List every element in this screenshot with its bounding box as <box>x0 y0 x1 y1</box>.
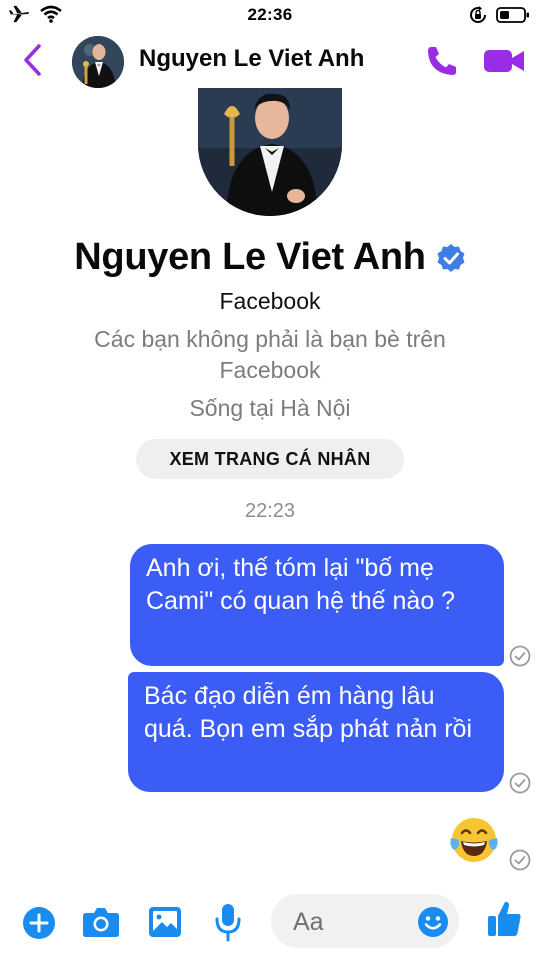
battery-icon <box>496 7 529 23</box>
profile-photo-image <box>198 88 342 216</box>
message-composer: Aa <box>0 892 540 960</box>
sent-check-icon <box>509 772 531 794</box>
profile-location: Sống tại Hà Nội <box>189 395 351 421</box>
message-bubble[interactable]: Anh ơi, thế tóm lại "bố mẹ Cami" có quan… <box>130 544 504 666</box>
sent-check-icon <box>509 849 531 871</box>
image-icon[interactable] <box>148 906 182 938</box>
friendship-status: Các bạn không phải là bạn bè trên Facebo… <box>94 326 446 383</box>
message-bubble[interactable]: Bác đạo diễn ém hàng lâu quá. Bọn em sắp… <box>128 672 504 792</box>
profile-name: Nguyen Le Viet Anh <box>74 236 426 278</box>
view-profile-button[interactable]: XEM TRANG CÁ NHÂN <box>136 439 404 479</box>
video-camera-icon[interactable] <box>482 46 526 76</box>
plus-icon[interactable] <box>22 906 56 940</box>
status-right <box>468 5 530 25</box>
camera-icon[interactable] <box>82 906 120 938</box>
tears-of-joy-emoji[interactable] <box>448 814 500 866</box>
status-bar: 22:36 <box>0 0 540 30</box>
profile-source: Facebook <box>219 288 321 314</box>
back-chevron-icon[interactable] <box>18 42 48 78</box>
message-input[interactable]: Aa <box>271 894 459 948</box>
emoji-icon[interactable] <box>417 906 449 938</box>
thumbs-up-icon[interactable] <box>486 900 522 938</box>
message-timestamp: 22:23 <box>244 500 296 522</box>
verified-badge-icon <box>437 243 465 272</box>
microphone-icon[interactable] <box>214 902 242 942</box>
sent-check-icon <box>509 645 531 667</box>
message-input-placeholder: Aa <box>293 908 324 936</box>
contact-avatar[interactable] <box>72 36 124 88</box>
conversation-header: Nguyen Le Viet Anh <box>0 30 540 90</box>
contact-name[interactable]: Nguyen Le Viet Anh <box>139 45 364 73</box>
phone-icon[interactable] <box>424 44 460 78</box>
avatar-photo <box>72 36 124 88</box>
rotation-lock-icon <box>470 6 486 23</box>
profile-photo[interactable] <box>198 88 342 216</box>
status-time: 22:36 <box>247 5 293 24</box>
profile-name-row: Nguyen Le Viet Anh <box>0 236 540 279</box>
